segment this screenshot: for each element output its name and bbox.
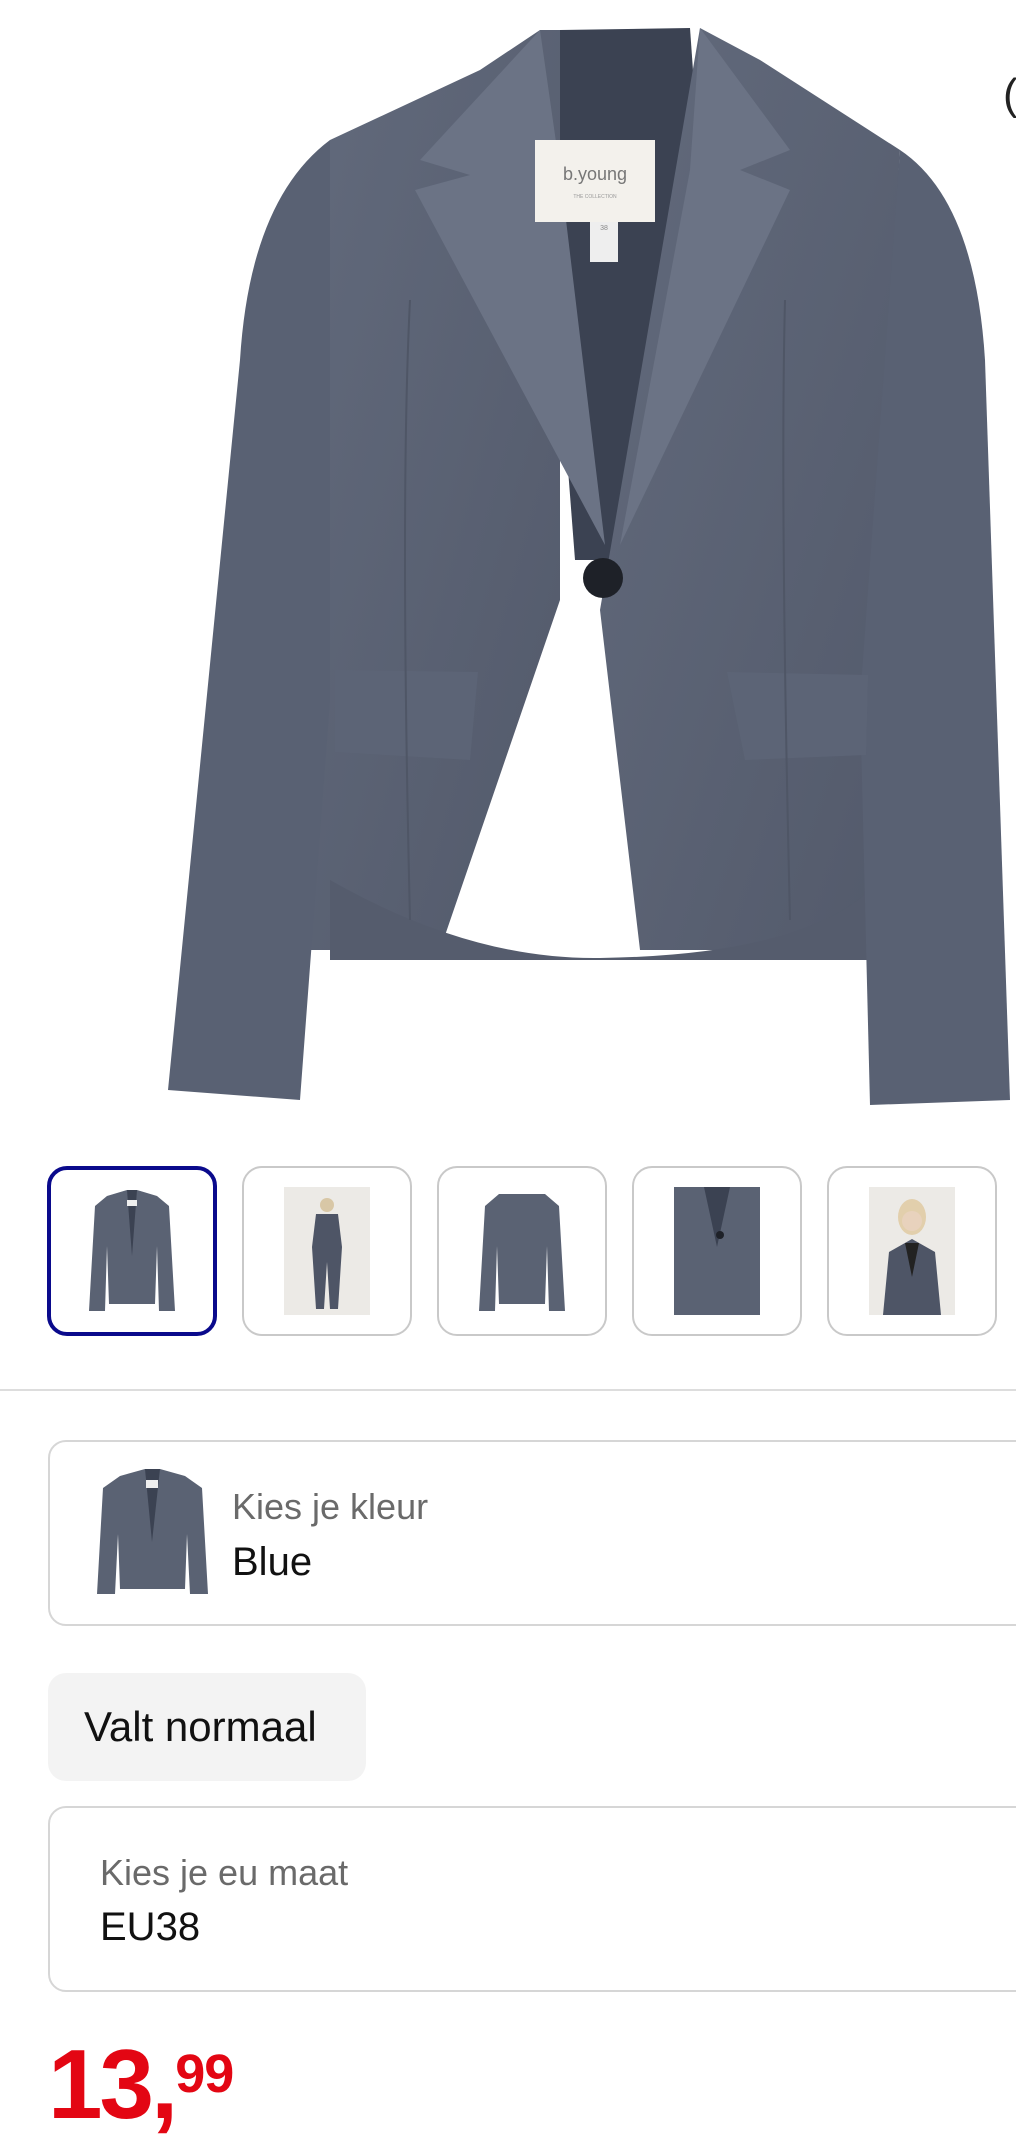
fit-badge-label: Valt normaal	[84, 1703, 317, 1750]
thumb-jacket-front[interactable]	[47, 1166, 217, 1336]
price: 13,99	[48, 2035, 234, 2133]
fit-badge: Valt normaal	[48, 1673, 366, 1781]
color-swatch-thumb	[97, 1469, 208, 1594]
next-image-peek: (	[1003, 70, 1016, 120]
label-tagline-text: THE COLLECTION	[573, 194, 617, 200]
thumb-model-closeup[interactable]	[827, 1166, 997, 1336]
product-image[interactable]: b.young THE COLLECTION 38 (	[0, 0, 1016, 1130]
thumb-model-full[interactable]	[242, 1166, 412, 1336]
color-selector[interactable]: Kies je kleur Blue	[48, 1440, 1016, 1626]
label-brand-text: b.young	[563, 164, 627, 184]
thumb-model-closeup-image	[869, 1187, 955, 1315]
thumbnail-strip	[47, 1166, 997, 1336]
size-selector-value: EU38	[100, 1905, 201, 1949]
color-selector-label: Kies je kleur	[232, 1486, 429, 1527]
thumb-jacket-front-image	[89, 1190, 175, 1311]
price-cents: 99	[175, 2044, 234, 2104]
label-size-text: 38	[600, 225, 608, 232]
section-divider	[0, 1389, 1016, 1391]
thumb-jacket-back-image	[479, 1194, 565, 1311]
price-separator: ,	[151, 2029, 178, 2139]
thumb-model-full-image	[284, 1187, 370, 1315]
size-selector-label: Kies je eu maat	[100, 1852, 349, 1893]
color-selector-value: Blue	[232, 1540, 313, 1584]
thumb-jacket-back[interactable]	[437, 1166, 607, 1336]
thumb-jacket-detail[interactable]	[632, 1166, 802, 1336]
size-selector[interactable]: Kies je eu maat EU38	[48, 1806, 1016, 1992]
price-euros: 13	[48, 2029, 154, 2139]
thumb-jacket-detail-image	[674, 1187, 760, 1315]
jacket-illustration: b.young THE COLLECTION 38	[168, 28, 1010, 1105]
